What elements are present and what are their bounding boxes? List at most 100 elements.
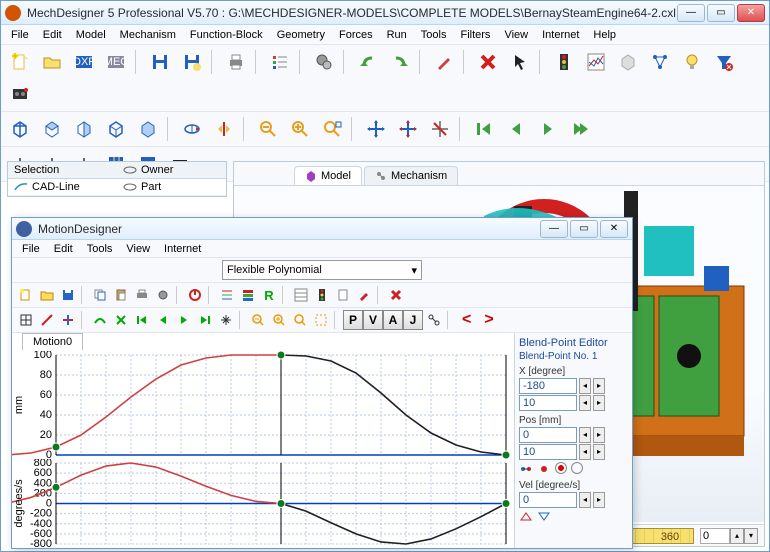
- mechanism-icon-button[interactable]: MEC: [101, 47, 131, 77]
- selection-row[interactable]: CAD-Line Part: [8, 179, 226, 196]
- vel-link-start-icon[interactable]: [519, 510, 533, 524]
- pointer-tool-button[interactable]: [505, 47, 535, 77]
- menu-run[interactable]: Run: [381, 27, 413, 43]
- md-menu-edit[interactable]: Edit: [48, 241, 79, 257]
- menu-file[interactable]: File: [5, 27, 35, 43]
- bp-x-dec[interactable]: ◂: [579, 378, 591, 394]
- bp-radio-1[interactable]: [555, 462, 567, 474]
- link-nodes-button[interactable]: [645, 47, 675, 77]
- md-minimize-button[interactable]: —: [540, 220, 568, 238]
- link-start-icon[interactable]: [519, 462, 533, 476]
- chart-0[interactable]: 020406080100mm: [12, 351, 512, 459]
- bp-x-step-input[interactable]: [519, 395, 577, 411]
- close-button[interactable]: ✕: [737, 4, 765, 22]
- new-file-button[interactable]: [5, 47, 35, 77]
- wireframe-iso-button[interactable]: [101, 114, 131, 144]
- md-back-green-button[interactable]: [153, 310, 173, 330]
- md-r-button[interactable]: R: [259, 285, 279, 305]
- step-forward-button[interactable]: [533, 114, 563, 144]
- step-first-button[interactable]: [469, 114, 499, 144]
- pan-both-button[interactable]: [361, 114, 391, 144]
- bp-x-input[interactable]: [519, 378, 577, 394]
- bp-x-inc[interactable]: ▸: [593, 378, 605, 394]
- menu-mechanism[interactable]: Mechanism: [114, 27, 182, 43]
- md-link-party-button[interactable]: [424, 310, 444, 330]
- md-save-button[interactable]: [58, 285, 78, 305]
- wireframe-back-button[interactable]: [133, 114, 163, 144]
- md-multichart-button[interactable]: [291, 285, 311, 305]
- md-new-button[interactable]: [16, 285, 36, 305]
- md-zoom-region-button[interactable]: [311, 310, 331, 330]
- md-grid-button[interactable]: [16, 310, 36, 330]
- md-zoom-in2-button[interactable]: [269, 310, 289, 330]
- md-doc-button[interactable]: [333, 285, 353, 305]
- md-open-button[interactable]: [37, 285, 57, 305]
- md-close-button[interactable]: ✕: [600, 220, 628, 238]
- save-button[interactable]: [145, 47, 175, 77]
- open-file-button[interactable]: [37, 47, 67, 77]
- frame-input[interactable]: [700, 528, 730, 544]
- tab-mechanism[interactable]: Mechanism: [364, 166, 458, 185]
- md-zoom-out2-button[interactable]: [248, 310, 268, 330]
- bp-pos-step-dec[interactable]: ◂: [579, 444, 591, 460]
- md-list-button[interactable]: [217, 285, 237, 305]
- md-fwd-green-button[interactable]: [174, 310, 194, 330]
- md-stack-button[interactable]: [238, 285, 258, 305]
- md-maximize-button[interactable]: ▭: [570, 220, 598, 238]
- prev-blend-button[interactable]: <: [456, 311, 477, 329]
- motion-tab[interactable]: Motion0: [22, 333, 83, 350]
- wireframe-side-button[interactable]: [69, 114, 99, 144]
- frame-stepper[interactable]: ▴ ▾: [700, 528, 758, 544]
- pan-cross-button[interactable]: [393, 114, 423, 144]
- minimize-button[interactable]: —: [677, 4, 705, 22]
- md-vec-x-button[interactable]: [58, 310, 78, 330]
- bp-vel-inc[interactable]: ▸: [593, 492, 605, 508]
- chart-1[interactable]: -800-600-400-2000200400600800degrees/s: [12, 459, 512, 548]
- bp-vel-input[interactable]: [519, 492, 577, 508]
- filter-off-button[interactable]: [709, 47, 739, 77]
- import-dxf-button[interactable]: DXF: [69, 47, 99, 77]
- md-curve-button[interactable]: [90, 310, 110, 330]
- vel-link-end-icon[interactable]: [537, 510, 551, 524]
- maximize-button[interactable]: ▭: [707, 4, 735, 22]
- menu-forces[interactable]: Forces: [333, 27, 379, 43]
- save-as-button[interactable]: [177, 47, 207, 77]
- zoom-out-button[interactable]: [253, 114, 283, 144]
- v-button[interactable]: V: [363, 310, 383, 330]
- md-settings-button[interactable]: [153, 285, 173, 305]
- md-print2-button[interactable]: [132, 285, 152, 305]
- bp-pos-dec[interactable]: ◂: [579, 427, 591, 443]
- bulb-hint-button[interactable]: [677, 47, 707, 77]
- menu-edit[interactable]: Edit: [37, 27, 68, 43]
- md-menu-view[interactable]: View: [120, 241, 156, 257]
- md-first-green-button[interactable]: [132, 310, 152, 330]
- tab-model[interactable]: Model: [294, 166, 362, 185]
- md-traffic2-button[interactable]: [312, 285, 332, 305]
- wireframe-front-button[interactable]: [5, 114, 35, 144]
- undo-button[interactable]: [353, 47, 383, 77]
- link-end-icon[interactable]: [537, 462, 551, 476]
- a-button[interactable]: A: [383, 310, 403, 330]
- frame-down-button[interactable]: ▾: [744, 528, 758, 544]
- bp-pos-step-input[interactable]: [519, 444, 577, 460]
- next-blend-button[interactable]: >: [478, 311, 499, 329]
- md-vec-red-button[interactable]: [37, 310, 57, 330]
- gears-settings-button[interactable]: [309, 47, 339, 77]
- md-tool-button[interactable]: [354, 285, 374, 305]
- menu-internet[interactable]: Internet: [536, 27, 585, 43]
- p-button[interactable]: P: [343, 310, 363, 330]
- menu-function-block[interactable]: Function-Block: [184, 27, 269, 43]
- j-button[interactable]: J: [403, 310, 423, 330]
- md-x-green-button[interactable]: [111, 310, 131, 330]
- md-menu-internet[interactable]: Internet: [158, 241, 207, 257]
- traffic-light-button[interactable]: [549, 47, 579, 77]
- menu-model[interactable]: Model: [70, 27, 112, 43]
- rotate-view-button[interactable]: [177, 114, 207, 144]
- bp-pos-step-inc[interactable]: ▸: [593, 444, 605, 460]
- print-button[interactable]: [221, 47, 251, 77]
- bp-vel-dec[interactable]: ◂: [579, 492, 591, 508]
- menu-geometry[interactable]: Geometry: [271, 27, 331, 43]
- motion-type-select[interactable]: Flexible Polynomial ▾: [222, 260, 422, 280]
- bp-x-step-dec[interactable]: ◂: [579, 395, 591, 411]
- bp-pos-input[interactable]: [519, 427, 577, 443]
